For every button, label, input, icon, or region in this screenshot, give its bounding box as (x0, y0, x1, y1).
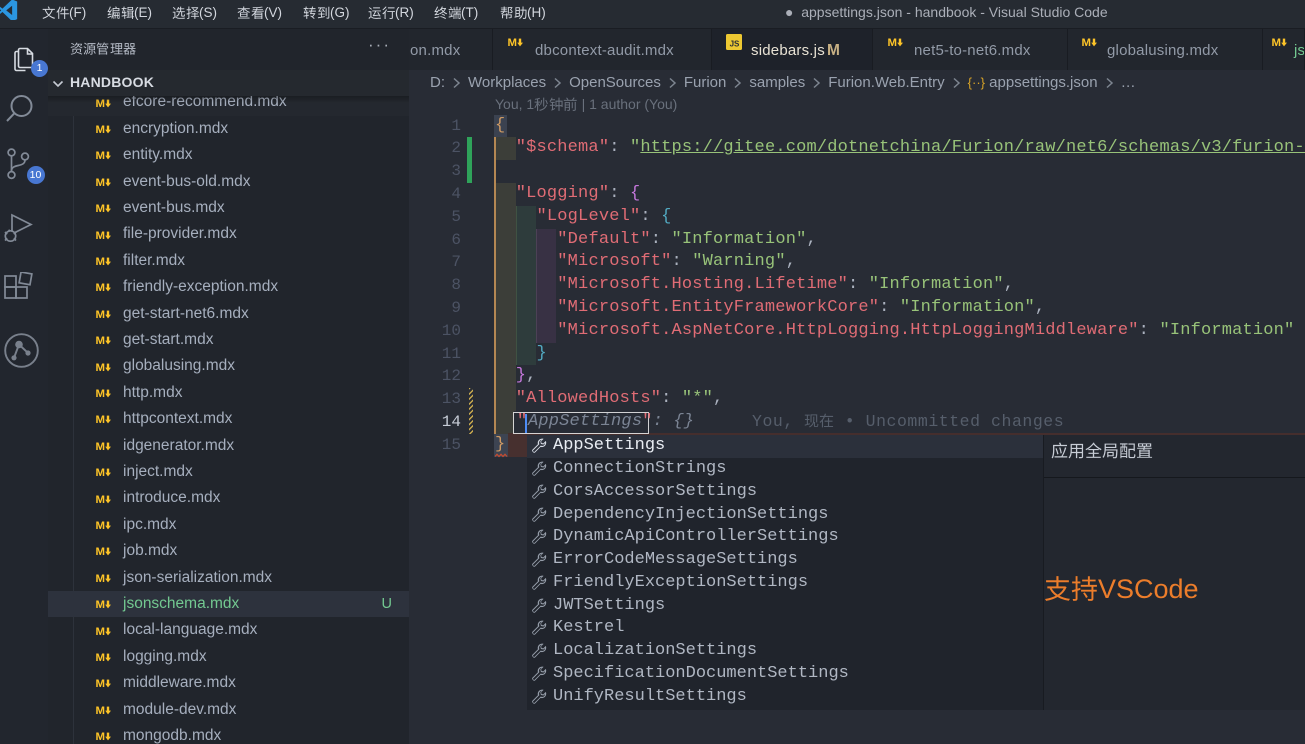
svg-text:M: M (96, 494, 105, 506)
svg-text:M: M (96, 441, 105, 453)
svg-text:M: M (96, 705, 105, 717)
svg-text:M: M (508, 37, 517, 49)
svg-text:M: M (888, 37, 897, 49)
svg-text:M: M (1082, 37, 1091, 49)
svg-text:M: M (96, 520, 105, 532)
svg-text:M: M (96, 388, 105, 400)
svg-text:M: M (96, 415, 105, 427)
svg-text:M: M (96, 573, 105, 585)
svg-text:M: M (96, 151, 105, 163)
svg-text:M: M (96, 203, 105, 215)
svg-text:M: M (96, 467, 105, 479)
svg-text:M: M (96, 124, 105, 136)
svg-text:M: M (96, 230, 105, 242)
svg-text:M: M (96, 652, 105, 664)
svg-text:M: M (96, 256, 105, 268)
svg-text:M: M (1272, 37, 1281, 49)
svg-text:JS: JS (730, 39, 740, 48)
svg-text:M: M (96, 731, 105, 743)
svg-text:M: M (96, 547, 105, 559)
svg-text:M: M (96, 335, 105, 347)
svg-text:M: M (96, 599, 105, 611)
svg-text:M: M (96, 283, 105, 295)
svg-text:M: M (96, 626, 105, 638)
svg-text:M: M (96, 679, 105, 691)
svg-text:M: M (96, 177, 105, 189)
svg-text:M: M (96, 309, 105, 321)
svg-text:M: M (96, 362, 105, 374)
